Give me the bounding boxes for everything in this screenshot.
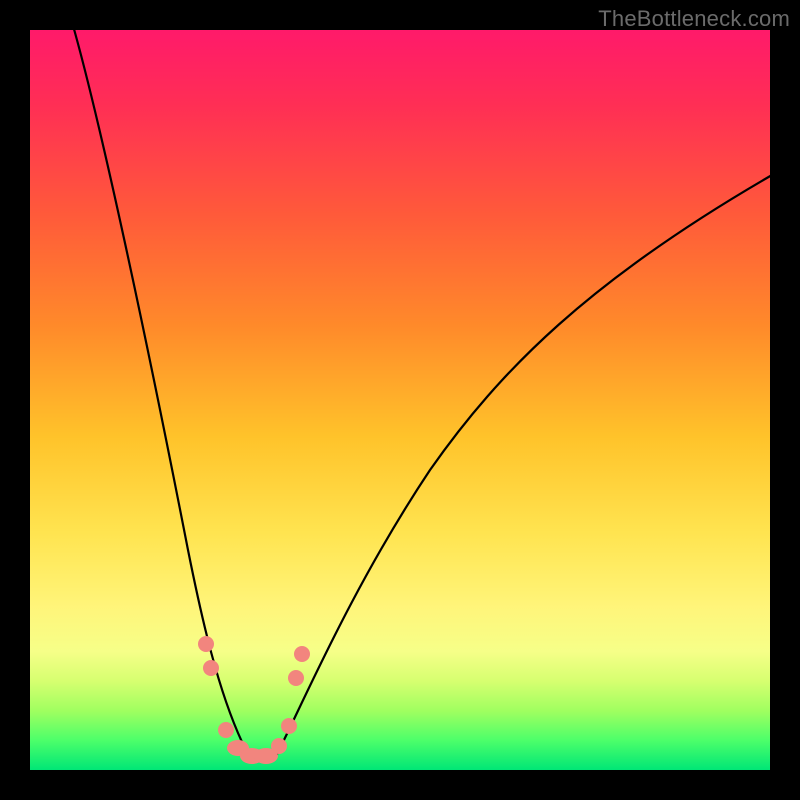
watermark-text: TheBottleneck.com (598, 6, 790, 32)
plot-area (30, 30, 770, 770)
bottleneck-curve (30, 30, 770, 770)
chart-frame: TheBottleneck.com (0, 0, 800, 800)
